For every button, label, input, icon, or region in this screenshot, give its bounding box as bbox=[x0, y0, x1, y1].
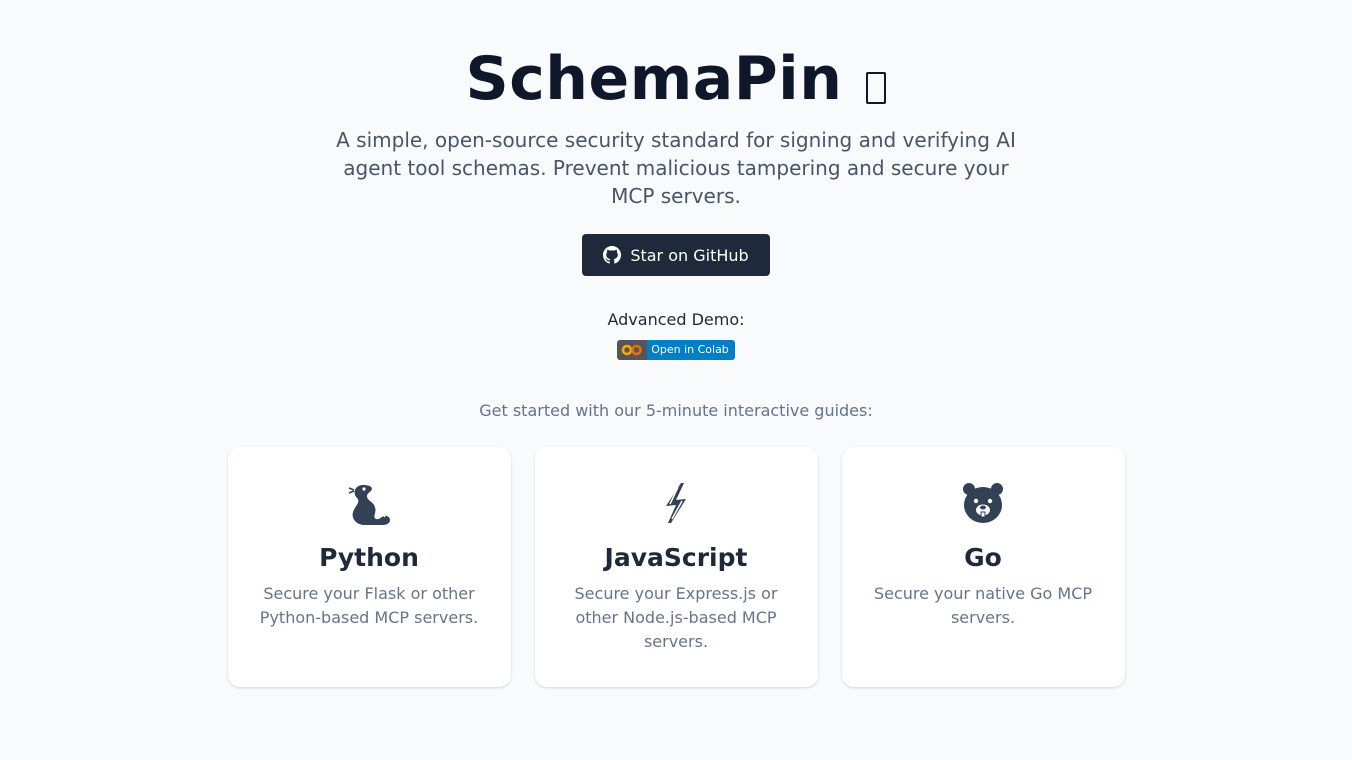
colab-logo-icon bbox=[617, 340, 648, 360]
javascript-guide-card[interactable]: JavaScript Secure your Express.js or oth… bbox=[534, 447, 818, 687]
card-description: Secure your Express.js or other Node.js-… bbox=[574, 584, 778, 651]
card-title: Go bbox=[964, 543, 1002, 572]
missing-glyph-icon bbox=[866, 72, 887, 104]
snake-icon bbox=[343, 477, 395, 529]
landing-page: SchemaPin A simple, open-source security… bbox=[0, 0, 1352, 760]
card-description: Secure your native Go MCP servers. bbox=[873, 584, 1093, 627]
hero-subtitle: A simple, open-source security standard … bbox=[336, 128, 1016, 208]
open-in-colab-badge[interactable]: Open in Colab bbox=[617, 340, 735, 360]
gopher-icon bbox=[957, 477, 1009, 529]
card-title: Python bbox=[319, 543, 419, 572]
page-title: SchemaPin bbox=[465, 44, 843, 114]
star-on-github-button[interactable]: Star on GitHub bbox=[582, 234, 770, 276]
github-icon bbox=[603, 246, 622, 264]
guides-intro: Get started with our 5-minute interactiv… bbox=[479, 401, 873, 420]
github-button-label: Star on GitHub bbox=[630, 245, 749, 265]
guide-cards: Python Secure your Flask or other Python… bbox=[227, 447, 1125, 687]
card-description: Secure your Flask or other Python-based … bbox=[259, 584, 479, 627]
lightning-icon bbox=[650, 477, 702, 529]
card-title: JavaScript bbox=[604, 543, 748, 572]
hero-title-row: SchemaPin bbox=[466, 44, 887, 114]
advanced-demo-label: Advanced Demo: bbox=[607, 310, 745, 329]
python-guide-card[interactable]: Python Secure your Flask or other Python… bbox=[227, 447, 511, 687]
go-guide-card[interactable]: Go Secure your native Go MCP servers. bbox=[841, 447, 1125, 687]
colab-badge-text: Open in Colab bbox=[647, 340, 735, 360]
